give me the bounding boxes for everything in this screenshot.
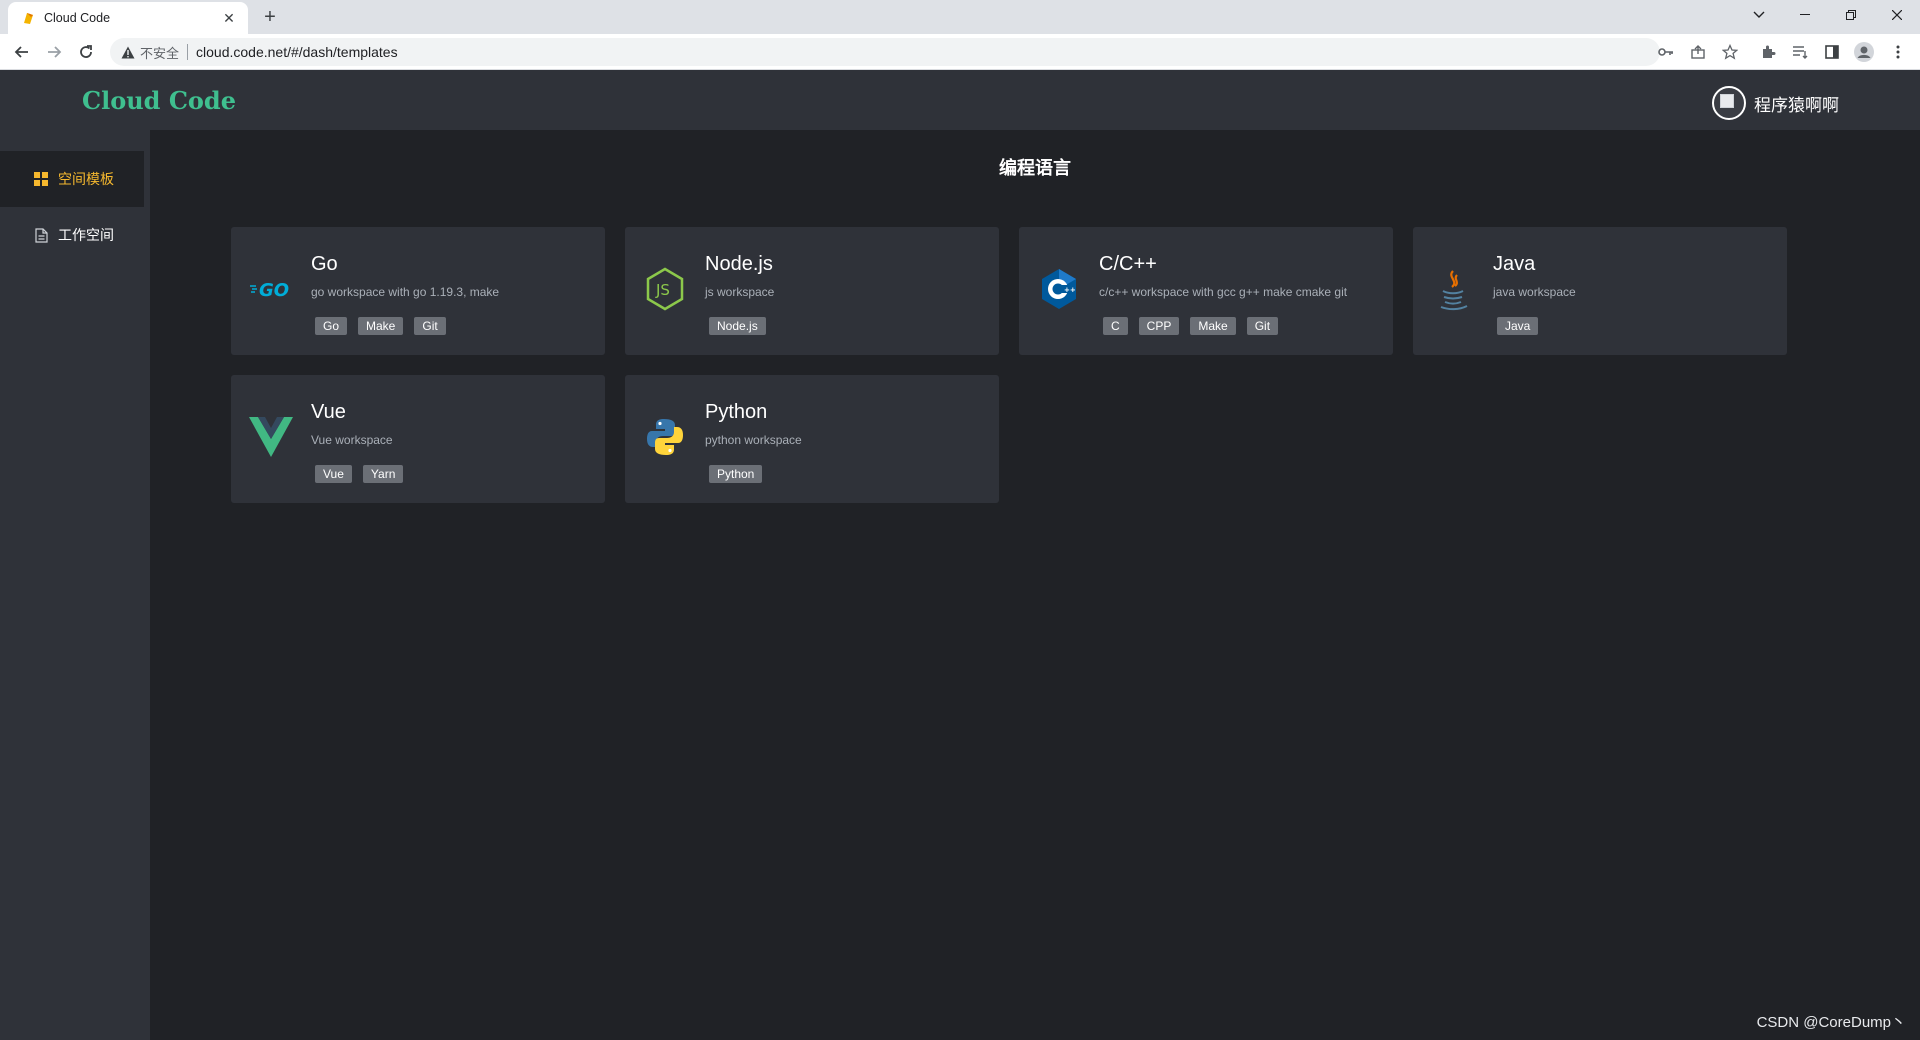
card-title: Java xyxy=(1493,253,1536,275)
close-window-icon[interactable] xyxy=(1874,0,1920,30)
tag-badge: Make xyxy=(1190,317,1236,335)
grid-icon xyxy=(34,172,48,186)
broken-image-icon xyxy=(1720,94,1734,108)
nodejs-logo-icon: JS xyxy=(643,267,687,311)
card-description: python workspace xyxy=(705,433,802,447)
sidebar-item-label: 空间模板 xyxy=(58,171,114,187)
restore-icon[interactable] xyxy=(1828,0,1874,30)
card-description: c/c++ workspace with gcc g++ make cmake … xyxy=(1099,285,1348,299)
card-tags: Node.js xyxy=(709,317,777,335)
main-content: 编程语言 GO Go go workspace with go 1.19.3, … xyxy=(150,130,1920,1040)
sidebar: 空间模板 工作空间 xyxy=(0,130,150,1040)
document-icon xyxy=(34,227,48,243)
warning-icon[interactable] xyxy=(120,44,136,60)
tag-badge: C xyxy=(1103,317,1128,335)
card-tags: C CPP Make Git xyxy=(1103,317,1289,335)
java-logo-icon xyxy=(1431,267,1475,311)
section-title: 编程语言 xyxy=(999,158,1071,178)
new-tab-button[interactable]: + xyxy=(258,6,282,30)
go-logo-icon: GO xyxy=(249,267,293,311)
python-logo-icon xyxy=(643,415,687,459)
svg-text:GO: GO xyxy=(259,280,289,301)
reading-list-icon[interactable] xyxy=(1790,42,1810,62)
app-header: Cloud Code 程序猿啊啊 xyxy=(0,70,1920,130)
user-menu[interactable]: 程序猿啊啊 xyxy=(1712,86,1839,120)
address-bar: 不安全 cloud.code.net/#/dash/templates xyxy=(0,34,1920,70)
forward-icon[interactable] xyxy=(42,40,66,64)
back-icon[interactable] xyxy=(10,40,34,64)
vue-logo-icon xyxy=(249,415,293,459)
brand-logo[interactable]: Cloud Code xyxy=(82,86,236,115)
minimize-icon[interactable] xyxy=(1782,0,1828,30)
svg-text:++: ++ xyxy=(1064,286,1076,294)
tab-search-icon[interactable] xyxy=(1736,0,1782,30)
template-card-vue[interactable]: Vue Vue workspace Vue Yarn xyxy=(231,375,605,503)
card-tags: Go Make Git xyxy=(315,317,457,335)
card-description: js workspace xyxy=(705,285,775,299)
sidebar-item-templates[interactable]: 空间模板 xyxy=(0,151,144,207)
password-key-icon[interactable] xyxy=(1656,42,1676,62)
avatar[interactable] xyxy=(1712,86,1746,120)
card-description: Vue workspace xyxy=(311,433,393,447)
tag-badge: CPP xyxy=(1138,317,1180,335)
card-title: Node.js xyxy=(705,253,773,275)
template-card-nodejs[interactable]: JS Node.js js workspace Node.js xyxy=(625,227,999,355)
watermark: CSDN @CoreDump丶 xyxy=(1756,1014,1906,1031)
card-title: Go xyxy=(311,253,338,275)
url-text[interactable]: cloud.code.net/#/dash/templates xyxy=(196,44,398,60)
sidebar-item-workspaces[interactable]: 工作空间 xyxy=(0,207,144,263)
browser-tab[interactable]: Cloud Code ✕ xyxy=(8,2,248,34)
tag-badge: Node.js xyxy=(709,317,766,335)
browser-tab-strip: Cloud Code ✕ + xyxy=(0,0,1920,34)
card-tags: Python xyxy=(709,465,773,483)
side-panel-icon[interactable] xyxy=(1822,42,1842,62)
profile-icon[interactable] xyxy=(1854,42,1874,62)
card-title: Vue xyxy=(311,401,346,423)
card-description: java workspace xyxy=(1493,285,1576,299)
tag-badge: Vue xyxy=(315,465,352,483)
card-title: Python xyxy=(705,401,768,423)
reload-icon[interactable] xyxy=(74,40,98,64)
card-title: C/C++ xyxy=(1099,253,1157,275)
tag-badge: Go xyxy=(315,317,348,335)
omnibox-divider xyxy=(187,44,189,60)
tag-badge: Yarn xyxy=(362,465,404,483)
tag-badge: Make xyxy=(358,317,404,335)
share-icon[interactable] xyxy=(1688,42,1708,62)
bookmark-star-icon[interactable] xyxy=(1720,42,1740,62)
cpp-logo-icon: ++ xyxy=(1037,267,1081,311)
username[interactable]: 程序猿啊啊 xyxy=(1754,91,1839,116)
template-card-cpp[interactable]: ++ C/C++ c/c++ workspace with gcc g++ ma… xyxy=(1019,227,1393,355)
menu-kebab-icon[interactable] xyxy=(1888,42,1908,62)
tag-badge: Java xyxy=(1497,317,1539,335)
card-tags: Vue Yarn xyxy=(315,465,414,483)
tag-badge: Python xyxy=(709,465,763,483)
svg-text:JS: JS xyxy=(655,281,670,299)
tab-title: Cloud Code xyxy=(44,11,111,25)
extensions-icon[interactable] xyxy=(1758,42,1778,62)
favicon-icon xyxy=(20,10,36,26)
tag-badge: Git xyxy=(414,317,446,335)
close-tab-icon[interactable]: ✕ xyxy=(220,10,238,27)
sidebar-item-label: 工作空间 xyxy=(58,227,114,243)
template-card-go[interactable]: GO Go go workspace with go 1.19.3, make … xyxy=(231,227,605,355)
insecure-label[interactable]: 不安全 xyxy=(140,43,179,62)
card-description: go workspace with go 1.19.3, make xyxy=(311,285,500,299)
template-card-java[interactable]: Java java workspace Java xyxy=(1413,227,1787,355)
template-card-python[interactable]: Python python workspace Python xyxy=(625,375,999,503)
card-tags: Java xyxy=(1497,317,1549,335)
tag-badge: Git xyxy=(1246,317,1279,335)
omnibox[interactable]: 不安全 cloud.code.net/#/dash/templates xyxy=(110,38,1660,66)
